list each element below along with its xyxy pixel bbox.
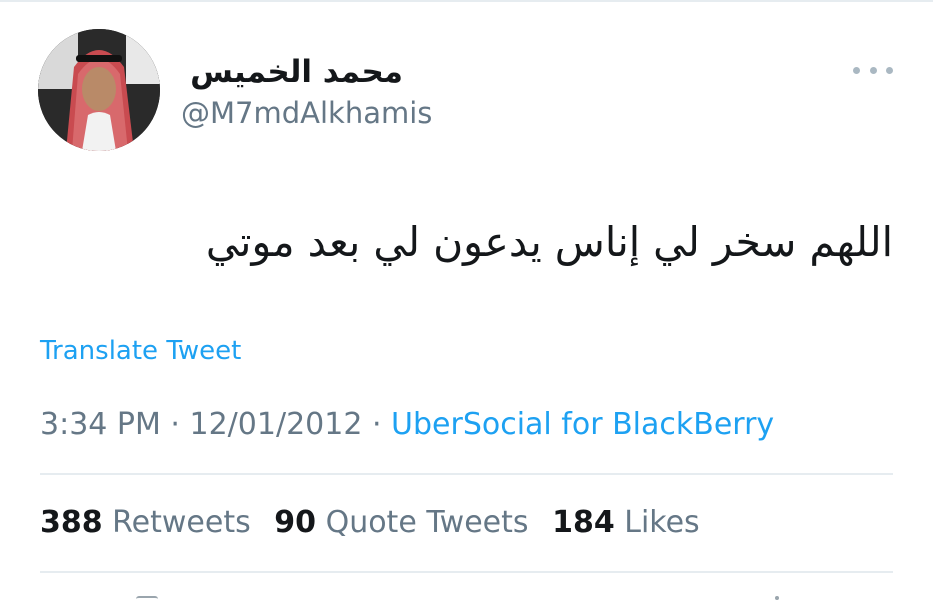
profile-photo-icon [38, 29, 160, 151]
meta-separator: · [362, 407, 392, 442]
tweet-text: اللهم سخر لي إناس يدعون لي بعد موتي [205, 218, 893, 266]
meta-separator: · [160, 407, 190, 442]
quote-tweets-label: Quote Tweets [325, 505, 529, 540]
top-divider [0, 0, 933, 2]
translate-tweet-link[interactable]: Translate Tweet [40, 334, 241, 368]
reply-icon[interactable] [136, 596, 158, 602]
likes-count: 184 [552, 505, 615, 540]
likes-stat[interactable]: 184 Likes [552, 505, 700, 540]
dot [869, 66, 877, 74]
dot [853, 66, 860, 74]
author-display-name[interactable]: محمد الخميس [181, 52, 403, 92]
action-bar-partial [130, 594, 830, 602]
divider [40, 473, 893, 475]
author-handle[interactable]: @M7mdAlkhamis [181, 95, 432, 131]
divider [40, 571, 893, 573]
retweets-count: 388 [40, 505, 103, 540]
share-icon[interactable] [775, 596, 779, 600]
tweet-metadata: 3:34 PM · 12/01/2012 · UberSocial for Bl… [40, 405, 774, 445]
avatar[interactable] [38, 29, 160, 151]
tweet-stats: 388 Retweets 90 Quote Tweets 184 Likes [40, 503, 714, 543]
dot [886, 66, 893, 74]
more-horizontal-icon[interactable] [853, 60, 893, 80]
tweet-time[interactable]: 3:34 PM [40, 407, 161, 442]
retweets-stat[interactable]: 388 Retweets [40, 505, 251, 540]
retweets-label: Retweets [112, 505, 251, 540]
tweet-date[interactable]: 12/01/2012 [190, 407, 363, 442]
tweet-source-link[interactable]: UberSocial for BlackBerry [391, 407, 774, 442]
quote-tweets-count: 90 [274, 505, 317, 540]
quote-tweets-stat[interactable]: 90 Quote Tweets [274, 505, 528, 540]
likes-label: Likes [624, 505, 700, 540]
